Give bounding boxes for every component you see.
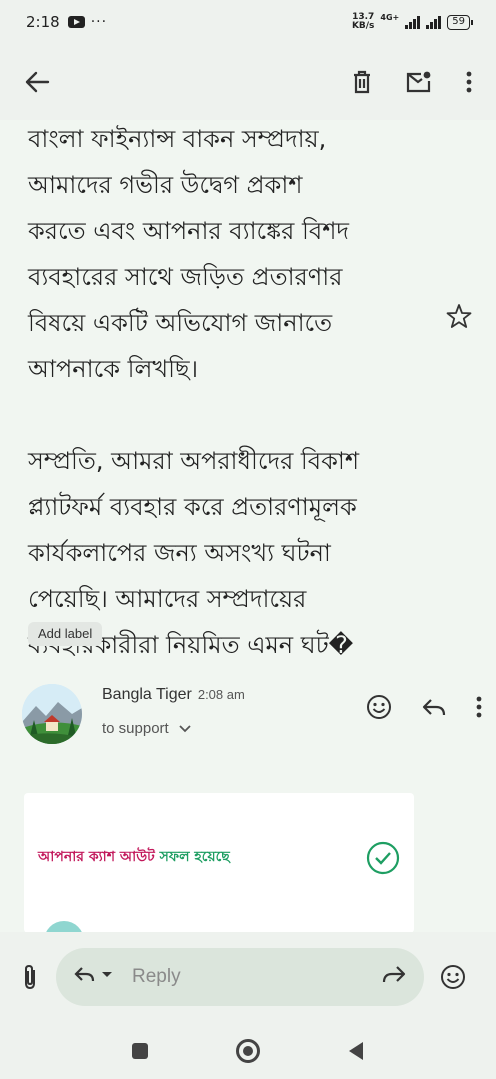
email-body: বাংলা ফাইন্যান্স বাকন সম্প্রদায়, আমাদের… <box>28 125 360 659</box>
card-text: আপনার ক্যাশ আউট সফল হয়েছে <box>38 845 230 869</box>
network-speed: 13.7 KB/s <box>352 13 374 31</box>
message-actions <box>366 694 482 720</box>
reply-input[interactable]: Reply <box>56 948 424 1006</box>
avatar[interactable] <box>22 684 82 744</box>
system-nav-bar <box>0 1022 496 1079</box>
trash-icon[interactable] <box>352 70 372 94</box>
youtube-icon <box>67 16 85 28</box>
sender-time: 2:08 am <box>197 687 245 702</box>
attachment-icon[interactable] <box>22 963 38 991</box>
home-icon[interactable] <box>235 1038 261 1064</box>
card-text-part-2: ক্যাশ আউট <box>88 849 155 865</box>
check-circle-icon <box>366 841 400 879</box>
sender-line: Bangla Tiger 2:08 am <box>102 686 245 704</box>
network-type: 4G+ <box>380 13 400 22</box>
status-bar: 2:18 ··· 13.7 KB/s 4G+ 59 <box>0 0 496 44</box>
signal-2-icon <box>426 15 442 29</box>
signal-icon <box>405 15 421 29</box>
battery-icon: 59 <box>447 14 473 30</box>
sender-name: Bangla Tiger <box>102 686 192 703</box>
more-notifications-icon: ··· <box>90 14 108 30</box>
emoji-reaction-icon[interactable] <box>366 694 392 720</box>
reply-options-icon[interactable] <box>74 966 114 988</box>
recipient-toggle[interactable]: to support <box>102 720 191 737</box>
card-text-part-3: সফল হয়েছে <box>159 849 230 865</box>
reply-icon[interactable] <box>422 697 446 717</box>
more-vert-icon[interactable] <box>466 71 472 93</box>
reply-placeholder: Reply <box>132 966 181 987</box>
add-label-button[interactable]: Add label <box>28 622 103 646</box>
emoji-icon[interactable] <box>440 964 466 990</box>
reply-message-header[interactable]: Bangla Tiger 2:08 am to support <box>22 682 482 746</box>
recents-icon[interactable] <box>131 1042 149 1060</box>
back-nav-icon[interactable] <box>347 1041 365 1061</box>
chevron-down-icon <box>173 720 191 737</box>
mail-unread-icon[interactable] <box>406 71 432 93</box>
status-time: 2:18 <box>26 13 60 31</box>
more-vert-icon[interactable] <box>476 696 482 718</box>
forward-icon[interactable] <box>382 964 406 988</box>
recipient-label: to support <box>102 720 169 737</box>
card-text-part-1: আপনার <box>38 849 84 865</box>
email-toolbar <box>0 44 496 120</box>
message-preview-card[interactable]: আপনার ক্যাশ আউট সফল হয়েছে <box>24 793 414 941</box>
arrow-back-icon[interactable] <box>24 71 50 93</box>
reply-bar: Reply <box>0 932 496 1022</box>
network-speed-unit: KB/s <box>351 21 375 31</box>
star-icon[interactable] <box>446 303 472 333</box>
